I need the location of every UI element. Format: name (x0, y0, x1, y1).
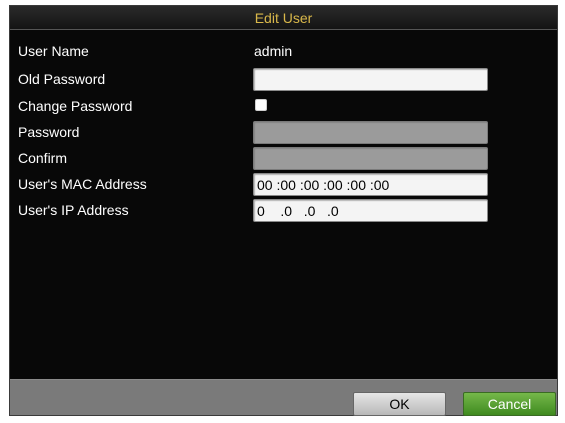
mac-address-row: User's MAC Address 00 :00 :00 :00 :00 :0… (10, 173, 557, 197)
confirm-label: Confirm (18, 150, 68, 166)
ip-address-input[interactable]: 0 .0 .0 .0 (253, 199, 488, 222)
user-name-label: User Name (18, 43, 89, 59)
mac-address-input[interactable]: 00 :00 :00 :00 :00 :00 (253, 173, 488, 196)
dialog-titlebar: Edit User (10, 6, 557, 30)
change-password-row: Change Password (10, 95, 557, 119)
old-password-label: Old Password (18, 71, 106, 87)
old-password-input[interactable] (253, 68, 488, 91)
confirm-input (253, 147, 488, 170)
confirm-row: Confirm (10, 147, 557, 171)
dialog-title: Edit User (254, 10, 313, 26)
ip-address-row: User's IP Address 0 .0 .0 .0 (10, 199, 557, 223)
edit-user-dialog: Edit User User Name admin Old Password C… (9, 5, 558, 416)
password-label: Password (18, 124, 80, 140)
user-name-value: admin (254, 43, 293, 59)
password-row: Password (10, 121, 557, 145)
change-password-checkbox[interactable] (255, 99, 267, 111)
user-name-row: User Name admin (10, 40, 557, 64)
change-password-label: Change Password (18, 98, 133, 114)
ok-button[interactable]: OK (353, 392, 446, 416)
mac-address-label: User's MAC Address (18, 176, 147, 192)
cancel-button[interactable]: Cancel (463, 392, 556, 416)
ip-address-label: User's IP Address (18, 202, 129, 218)
old-password-row: Old Password (10, 68, 557, 92)
password-input (253, 121, 488, 144)
dialog-footer: OK Cancel (10, 379, 557, 416)
screen: Edit User User Name admin Old Password C… (0, 0, 565, 423)
